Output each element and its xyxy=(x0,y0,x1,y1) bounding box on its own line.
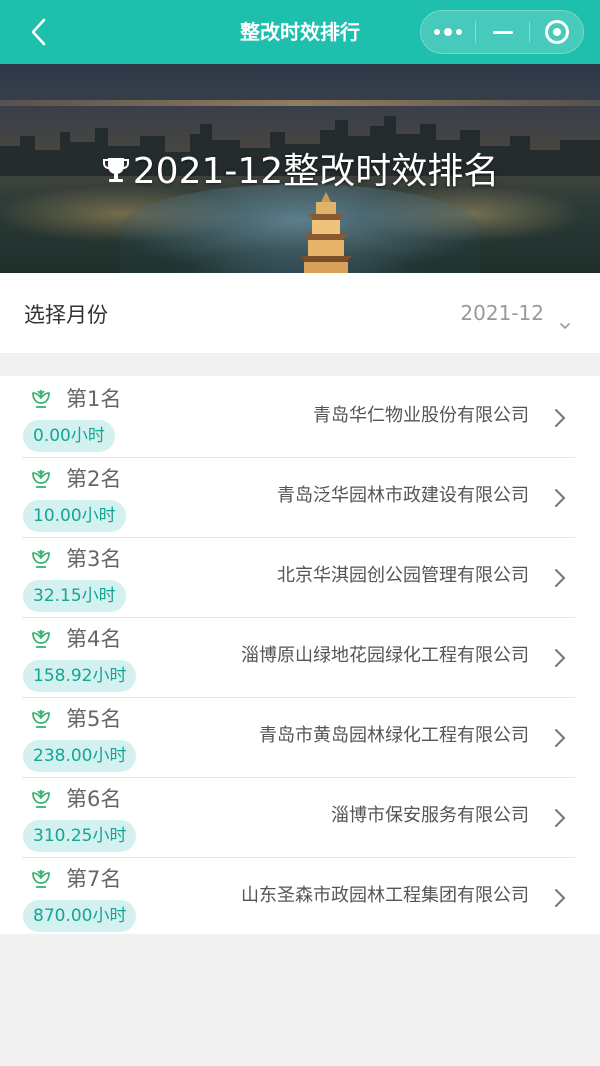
hours-badge: 10.00小时 xyxy=(23,500,126,532)
flower-icon xyxy=(32,790,50,808)
chevron-right-icon xyxy=(555,729,566,747)
ranking-list-item[interactable]: 第5名 238.00小时 青岛市黄岛园林绿化工程有限公司 xyxy=(22,698,575,778)
chevron-down-icon[interactable] xyxy=(558,319,572,333)
flower-icon xyxy=(32,710,50,728)
minimize-icon[interactable] xyxy=(476,11,530,53)
company-name: 山东圣森市政园林工程集团有限公司 xyxy=(241,885,529,906)
rank-label: 第1名 xyxy=(66,387,122,411)
company-name: 青岛泛华园林市政建设有限公司 xyxy=(277,485,529,506)
banner-title: 2021-12整改时效排名 xyxy=(0,150,600,194)
company-name: 淄博原山绿地花园绿化工程有限公司 xyxy=(241,645,529,666)
month-selector-value[interactable]: 2021-12 xyxy=(460,301,544,325)
hours-badge: 158.92小时 xyxy=(23,660,137,692)
banner-image: 2021-12整改时效排名 xyxy=(0,64,600,273)
banner-title-text: 2021-12整改时效排名 xyxy=(132,151,500,192)
chevron-right-icon xyxy=(555,889,566,907)
ranking-list-item[interactable]: 第4名 158.92小时 淄博原山绿地花园绿化工程有限公司 xyxy=(22,618,575,698)
chevron-right-icon xyxy=(555,649,566,667)
more-dots-icon[interactable] xyxy=(421,11,475,53)
rank-label: 第4名 xyxy=(66,627,122,651)
hours-badge: 870.00小时 xyxy=(23,900,137,932)
trophy-icon xyxy=(102,158,129,182)
hours-badge: 0.00小时 xyxy=(23,420,115,452)
company-name: 青岛市黄岛园林绿化工程有限公司 xyxy=(259,725,529,746)
flower-icon xyxy=(32,870,50,888)
ranking-list-item[interactable]: 第2名 10.00小时 青岛泛华园林市政建设有限公司 xyxy=(22,458,575,538)
month-selector[interactable]: 选择月份 2021-12 xyxy=(0,273,600,353)
navigation-bar: 整改时效排行 xyxy=(0,0,600,64)
rank-label: 第6名 xyxy=(66,787,122,811)
ranking-list-item[interactable]: 第3名 32.15小时 北京华淇园创公园管理有限公司 xyxy=(22,538,575,618)
company-name: 青岛华仁物业股份有限公司 xyxy=(313,405,529,426)
chevron-right-icon xyxy=(555,489,566,507)
ranking-list-item[interactable]: 第7名 870.00小时 山东圣森市政园林工程集团有限公司 xyxy=(22,858,575,938)
ranking-list-item[interactable]: 第1名 0.00小时 青岛华仁物业股份有限公司 xyxy=(22,378,575,458)
ranking-list: 第1名 0.00小时 青岛华仁物业股份有限公司 第2名 10.00小时 青岛泛华… xyxy=(0,376,600,934)
flower-icon xyxy=(32,470,50,488)
hours-badge: 238.00小时 xyxy=(23,740,137,772)
flower-icon xyxy=(32,390,50,408)
rank-label: 第3名 xyxy=(66,547,122,571)
company-name: 淄博市保安服务有限公司 xyxy=(331,805,529,826)
month-selector-label: 选择月份 xyxy=(24,303,108,327)
rank-label: 第7名 xyxy=(66,867,122,891)
chevron-right-icon xyxy=(555,569,566,587)
ranking-list-item[interactable]: 第6名 310.25小时 淄博市保安服务有限公司 xyxy=(22,778,575,858)
mini-program-capsule xyxy=(420,10,584,54)
target-close-icon[interactable] xyxy=(530,11,584,53)
rank-label: 第2名 xyxy=(66,467,122,491)
pagoda-illustration xyxy=(300,192,352,273)
flower-icon xyxy=(32,550,50,568)
company-name: 北京华淇园创公园管理有限公司 xyxy=(277,565,529,586)
hours-badge: 32.15小时 xyxy=(23,580,126,612)
chevron-right-icon xyxy=(555,809,566,827)
flower-icon xyxy=(32,630,50,648)
hours-badge: 310.25小时 xyxy=(23,820,137,852)
chevron-right-icon xyxy=(555,409,566,427)
rank-label: 第5名 xyxy=(66,707,122,731)
